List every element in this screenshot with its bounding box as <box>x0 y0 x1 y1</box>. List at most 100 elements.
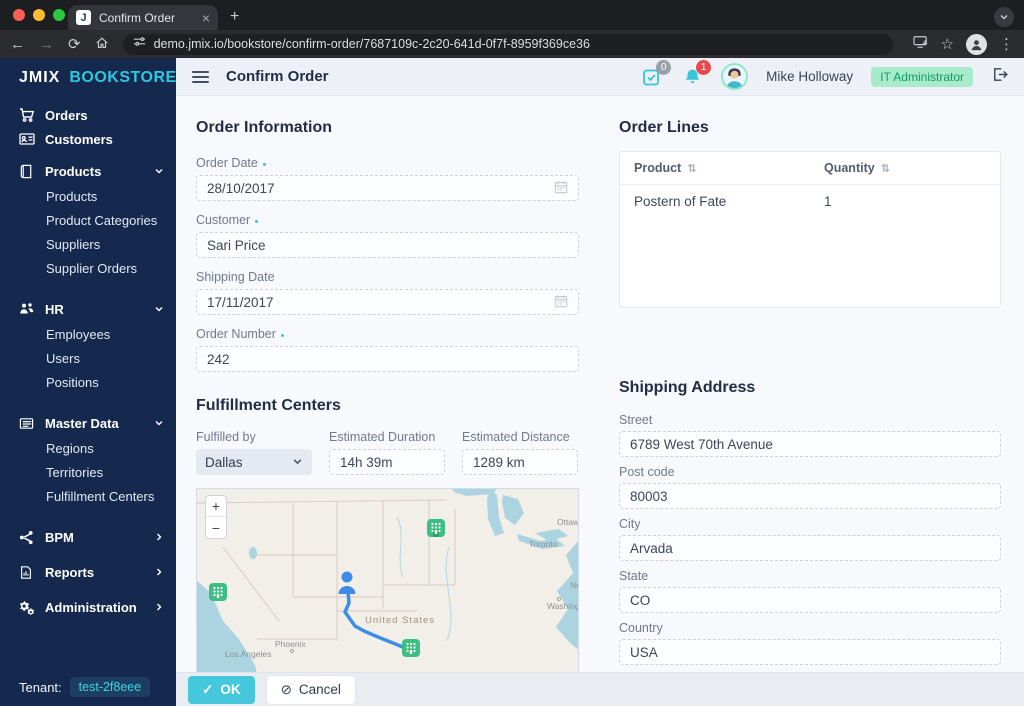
sidebar-item-products-group[interactable]: Products <box>0 159 176 183</box>
city-label: City <box>619 517 641 531</box>
bookmark-star-icon[interactable]: ☆ <box>941 37 954 52</box>
sidebar-group-label: HR <box>45 301 64 317</box>
window-close-button[interactable] <box>13 9 25 21</box>
app-logo[interactable]: JMIX BOOKSTORE <box>0 58 176 98</box>
state-label: State <box>619 569 649 583</box>
sidebar-item-label: Orders <box>45 107 88 123</box>
install-app-icon[interactable] <box>912 35 929 54</box>
chevron-down-icon <box>154 302 164 317</box>
sidebar-group-label: Administration <box>45 599 137 615</box>
column-header-product[interactable]: Product ⇅ <box>620 161 824 175</box>
calendar-icon[interactable] <box>554 180 568 197</box>
reload-icon[interactable]: ⟳ <box>68 37 81 52</box>
sidebar-item-fulfillment-centers[interactable]: Fulfillment Centers <box>0 485 176 509</box>
map-label-ottawa: Ottawa <box>557 517 579 527</box>
browser-menu-icon[interactable]: ⋮ <box>999 37 1014 52</box>
window-maximize-button[interactable] <box>53 9 65 21</box>
sidebar-item-supplier-orders[interactable]: Supplier Orders <box>0 257 176 281</box>
sidebar-item-employees[interactable]: Employees <box>0 323 176 347</box>
forward-icon[interactable]: → <box>39 37 54 52</box>
tasks-count-badge: 0 <box>656 59 672 75</box>
map-zoom-controls: + − <box>205 495 227 539</box>
street-field: 6789 West 70th Avenue <box>619 431 1001 457</box>
logo-text-jmix: JMIX <box>19 69 61 86</box>
cancel-button[interactable]: ⊘ Cancel <box>266 675 355 704</box>
tenant-info: Tenant: test-2f8eee <box>19 677 151 697</box>
new-tab-button[interactable]: + <box>230 8 239 26</box>
browser-tab[interactable]: J Confirm Order × <box>68 5 218 30</box>
chevron-down-icon <box>292 455 303 470</box>
cell-quantity: 1 <box>824 194 832 209</box>
home-icon[interactable] <box>95 36 109 53</box>
shipping-date-label: Shipping Date <box>196 270 275 284</box>
street-label: Street <box>619 413 653 427</box>
tenant-label: Tenant: <box>19 679 62 695</box>
sidebar-item-positions[interactable]: Positions <box>0 371 176 395</box>
sidebar-item-orders[interactable]: Orders <box>0 103 176 127</box>
user-name[interactable]: Mike Holloway <box>766 69 853 84</box>
fulfillment-map[interactable]: Los Angeles Phoenix Toronto Ottawa Washi… <box>196 488 579 672</box>
menu-toggle-icon[interactable] <box>192 70 209 83</box>
fulfilled-by-label: Fulfilled by <box>196 430 256 444</box>
sidebar-item-territories[interactable]: Territories <box>0 461 176 485</box>
cart-icon <box>19 107 35 123</box>
sidebar-item-administration-group[interactable]: Administration <box>0 595 176 619</box>
sidebar-item-hr-group[interactable]: HR <box>0 297 176 321</box>
browser-toolbar: ← → ⟳ demo.jmix.io/bookstore/confirm-ord… <box>0 30 1024 58</box>
order-lines-table: Product ⇅ Quantity ⇅ Postern of Fate 1 <box>619 151 1001 308</box>
state-field: CO <box>619 587 1001 613</box>
sidebar-item-bpm-group[interactable]: BPM <box>0 525 176 549</box>
window-minimize-button[interactable] <box>33 9 45 21</box>
tab-title: Confirm Order <box>99 10 176 25</box>
browser-profile-icon[interactable] <box>966 33 987 55</box>
sidebar-group-master-data: Master Data Regions Territories Fulfillm… <box>0 411 176 509</box>
user-avatar[interactable] <box>721 63 749 90</box>
browser-tab-strip: J Confirm Order × + <box>0 0 1024 30</box>
site-settings-icon[interactable] <box>133 35 146 53</box>
zoom-out-button[interactable]: − <box>206 517 226 538</box>
calendar-icon[interactable] <box>554 294 568 311</box>
sidebar-group-bpm: BPM <box>0 525 176 549</box>
order-date-label: Order Date <box>196 155 579 171</box>
tasks-button[interactable]: 0 <box>641 59 672 88</box>
page-title: Confirm Order <box>226 68 329 85</box>
sidebar-item-master-data-group[interactable]: Master Data <box>0 411 176 435</box>
logout-icon[interactable] <box>991 66 1008 88</box>
order-number-field: 242 <box>196 346 579 372</box>
sidebar-group-reports: Reports <box>0 560 176 584</box>
logo-text-bookstore: BOOKSTORE <box>69 69 177 86</box>
sidebar-group-hr: HR Employees Users Positions <box>0 297 176 395</box>
estimated-distance-label: Estimated Distance <box>462 430 570 444</box>
fulfilled-by-select[interactable]: Dallas <box>196 449 312 475</box>
fulfillment-center-marker-dallas <box>402 639 420 657</box>
chevron-right-icon <box>154 600 164 615</box>
jmix-favicon-icon: J <box>76 10 91 25</box>
tab-search-chevron-icon[interactable] <box>994 7 1014 27</box>
window-controls[interactable] <box>13 9 65 21</box>
sidebar-item-products[interactable]: Products <box>0 185 176 209</box>
check-icon: ✓ <box>202 681 214 697</box>
notifications-button[interactable]: 1 <box>681 59 712 88</box>
map-label-los-angeles: Los Angeles <box>225 649 271 659</box>
sidebar-item-reports-group[interactable]: Reports <box>0 560 176 584</box>
people-icon <box>19 301 35 317</box>
sidebar-item-suppliers[interactable]: Suppliers <box>0 233 176 257</box>
sidebar-item-regions[interactable]: Regions <box>0 437 176 461</box>
chevron-right-icon <box>154 530 164 545</box>
required-indicator <box>255 219 259 223</box>
ok-button[interactable]: ✓ OK <box>188 675 255 704</box>
url-bar[interactable]: demo.jmix.io/bookstore/confirm-order/768… <box>122 33 893 55</box>
sidebar-item-label: Customers <box>45 131 113 147</box>
zoom-in-button[interactable]: + <box>206 496 226 517</box>
column-header-quantity[interactable]: Quantity ⇅ <box>824 161 1000 175</box>
sidebar-item-users[interactable]: Users <box>0 347 176 371</box>
tab-close-icon[interactable]: × <box>202 11 210 25</box>
sidebar-item-product-categories[interactable]: Product Categories <box>0 209 176 233</box>
table-row[interactable]: Postern of Fate 1 <box>620 185 1000 218</box>
sidebar-item-customers[interactable]: Customers <box>0 127 176 151</box>
table-list-icon <box>19 415 35 431</box>
ban-icon: ⊘ <box>280 681 292 697</box>
sidebar-group-administration: Administration <box>0 595 176 619</box>
back-icon[interactable]: ← <box>10 37 25 52</box>
map-label-phoenix: Phoenix <box>275 639 306 649</box>
